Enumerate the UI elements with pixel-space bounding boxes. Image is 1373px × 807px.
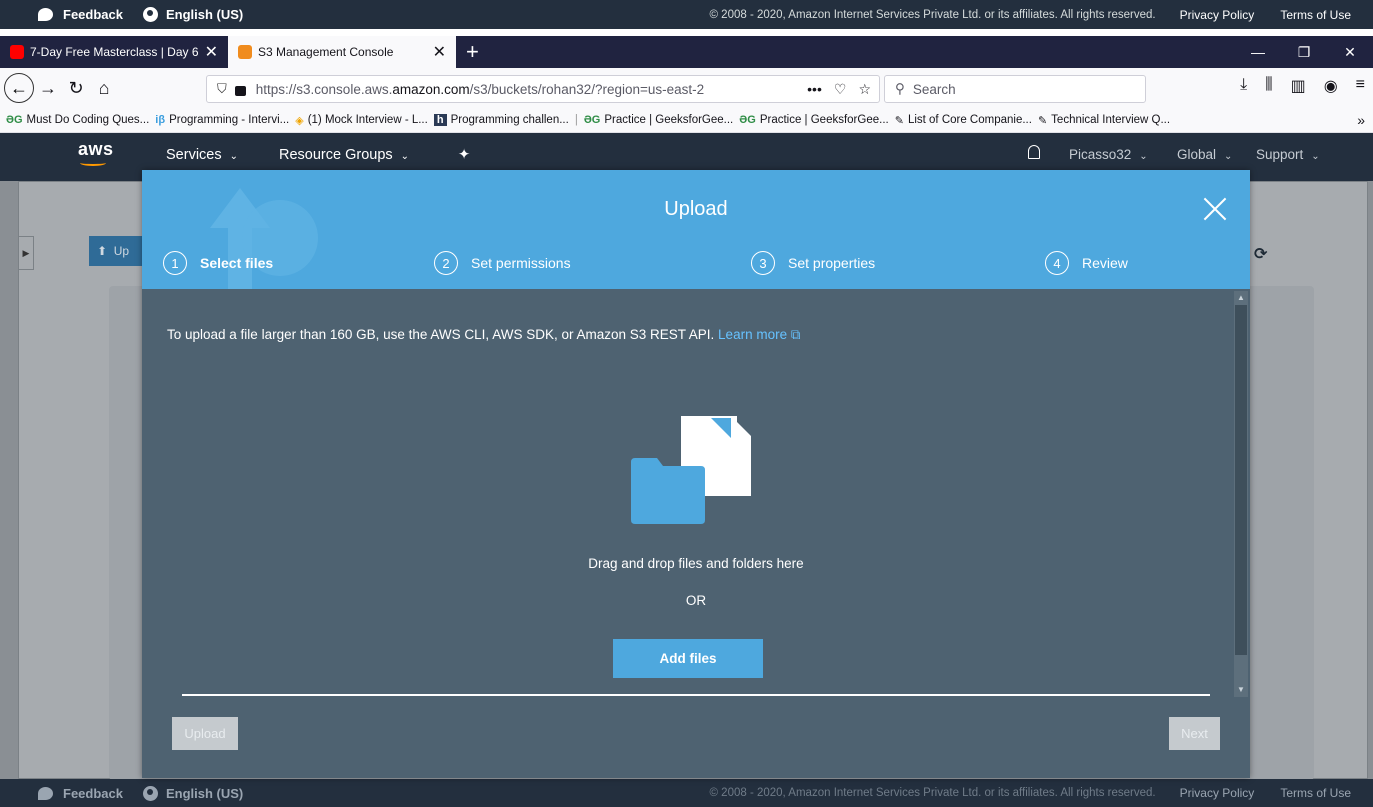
terms-of-use-link[interactable]: Terms of Use	[1280, 786, 1351, 800]
close-tab-icon[interactable]: ✕	[433, 42, 446, 62]
step-select-files[interactable]: 1 Select files	[163, 251, 273, 275]
browser-search-input[interactable]: ⚲ Search	[884, 75, 1146, 103]
bookmark-item[interactable]: ƏG Practice | GeeksforGee...	[739, 114, 888, 126]
copyright-text: © 2008 - 2020, Amazon Internet Services …	[709, 8, 1156, 21]
external-link-icon: ⧉	[790, 327, 801, 342]
learn-more-link[interactable]: Learn more ⧉	[718, 327, 800, 342]
aws-logo[interactable]: aws	[78, 139, 114, 160]
language-selector[interactable]: English (US)	[142, 7, 243, 22]
page-actions-icon[interactable]: •••	[807, 81, 822, 98]
more-bookmarks-button[interactable]: »	[1357, 112, 1365, 128]
privacy-policy-link[interactable]: Privacy Policy	[1180, 786, 1255, 800]
bookmark-item[interactable]: ƏG Practice | GeeksforGee...	[584, 114, 733, 126]
bookmark-item[interactable]: ƏG Must Do Coding Ques...	[6, 114, 149, 126]
youtube-icon	[10, 45, 24, 59]
bookmark-item[interactable]: iβ Programming - Intervi...	[155, 114, 289, 126]
support-menu[interactable]: Support ⌄	[1256, 147, 1320, 162]
bell-icon[interactable]	[1028, 145, 1040, 159]
step-set-permissions[interactable]: 2 Set permissions	[434, 251, 571, 275]
tracking-shield-icon[interactable]: ⛉	[217, 81, 227, 97]
pocket-icon[interactable]: ♡	[834, 81, 847, 98]
copyright-text: © 2008 - 2020, Amazon Internet Services …	[709, 787, 1156, 799]
upload-modal-header: Upload 1 Select files 2 Set permissions …	[142, 170, 1250, 289]
upload-modal-title: Upload	[664, 198, 728, 220]
menu-icon[interactable]: ≡	[1356, 76, 1365, 96]
aws-smile-icon	[80, 160, 106, 166]
divider	[182, 694, 1210, 696]
terms-of-use-link[interactable]: Terms of Use	[1280, 8, 1351, 22]
sidebar-icon[interactable]: ▥	[1291, 76, 1306, 96]
globe-icon	[142, 7, 158, 22]
window-controls: — ❐ ✕	[1235, 36, 1373, 68]
new-tab-button[interactable]: +	[456, 36, 489, 68]
bookmark-item[interactable]: ✎ Technical Interview Q...	[1038, 114, 1170, 127]
services-menu[interactable]: Services ⌄	[166, 147, 238, 163]
feedback-link[interactable]: Feedback	[38, 7, 123, 22]
minimize-button[interactable]: —	[1235, 36, 1281, 68]
feedback-icon	[38, 786, 53, 800]
privacy-policy-link[interactable]: Privacy Policy	[1180, 8, 1255, 22]
lock-icon[interactable]	[234, 86, 246, 96]
browser-nav-bar: ← → ↻ ⌂ ⛉ https://s3.console.aws.amazon.…	[0, 68, 1373, 108]
expand-sidebar-button[interactable]: ▶	[18, 236, 34, 270]
bookmark-item[interactable]: ✎ List of Core Companie...	[895, 114, 1032, 127]
feedback-icon	[38, 8, 53, 21]
browser-toolbar-right: ⤓ ⫼ ▥ ◉ ≡	[1240, 76, 1373, 96]
download-icon[interactable]: ⤓	[1240, 76, 1247, 96]
close-icon[interactable]	[1202, 196, 1228, 222]
feedback-link[interactable]: Feedback	[38, 786, 123, 801]
url-bar[interactable]: ⛉ https://s3.console.aws.amazon.com/s3/b…	[206, 75, 880, 103]
upload-size-note: To upload a file larger than 160 GB, use…	[167, 327, 801, 342]
scroll-down-icon[interactable]: ▼	[1235, 683, 1247, 697]
forward-button[interactable]: →	[34, 78, 62, 99]
pin-icon[interactable]: ✦	[458, 147, 470, 163]
chevron-down-icon: ⌄	[1311, 151, 1320, 162]
upload-button[interactable]: Upload	[172, 717, 238, 750]
language-selector[interactable]: English (US)	[142, 785, 243, 801]
chevron-down-icon: ⌄	[1139, 151, 1148, 162]
back-arrow-icon: ←	[10, 77, 28, 98]
close-window-button[interactable]: ✕	[1327, 36, 1373, 68]
upload-modal: Upload 1 Select files 2 Set permissions …	[142, 170, 1250, 778]
account-icon[interactable]: ◉	[1324, 76, 1338, 96]
restore-button[interactable]: ❐	[1281, 36, 1327, 68]
aws-s3-icon	[238, 45, 252, 59]
add-files-button[interactable]: Add files	[613, 639, 763, 678]
search-icon: ⚲	[895, 81, 905, 96]
bottom-footer-strip: Feedback English (US) © 2008 - 2020, Ama…	[0, 779, 1373, 807]
chevron-down-icon: ⌄	[400, 151, 410, 162]
bookmark-item[interactable]: h Programming challen... |	[433, 114, 578, 126]
scrollbar-thumb[interactable]	[1235, 305, 1247, 655]
home-button[interactable]: ⌂	[90, 78, 118, 99]
step-set-properties[interactable]: 3 Set properties	[751, 251, 875, 275]
globe-icon	[142, 785, 158, 801]
resource-groups-menu[interactable]: Resource Groups ⌄	[279, 147, 409, 163]
chevron-down-icon: ⌄	[229, 151, 238, 162]
region-menu[interactable]: Global ⌄	[1177, 147, 1232, 162]
bookmark-item[interactable]: ◈ (1) Mock Interview - L...	[295, 114, 428, 127]
bookmarks-bar: ƏG Must Do Coding Ques... iβ Programming -…	[0, 108, 1373, 133]
reload-button[interactable]: ↻	[62, 78, 90, 99]
back-button[interactable]: ←	[4, 73, 34, 103]
chevron-down-icon: ⌄	[1224, 151, 1233, 162]
file-folder-icon	[631, 416, 751, 524]
background-upload-button: ⬆ Up	[89, 236, 147, 266]
url-text: https://s3.console.aws.amazon.com/s3/buc…	[255, 81, 705, 97]
or-separator: OR	[685, 593, 707, 608]
modal-scrollbar[interactable]: ▲ ▼	[1234, 291, 1248, 697]
close-tab-icon[interactable]: ✕	[205, 42, 218, 62]
library-icon[interactable]: ⫼	[1265, 76, 1272, 96]
scroll-up-icon[interactable]: ▲	[1235, 291, 1247, 305]
user-menu[interactable]: Picasso32 ⌄	[1069, 147, 1148, 162]
top-footer-strip: Feedback English (US) © 2008 - 2020, Ama…	[0, 0, 1373, 29]
bookmark-star-icon[interactable]: ☆	[858, 81, 871, 98]
browser-tab-s3-console[interactable]: S3 Management Console ✕	[228, 36, 456, 68]
step-review[interactable]: 4 Review	[1045, 251, 1128, 275]
refresh-icon: ⟳	[1254, 246, 1268, 263]
next-button[interactable]: Next	[1169, 717, 1220, 750]
browser-tab-bar: 7-Day Free Masterclass | Day 6 - ✕ S3 Ma…	[0, 36, 1373, 68]
drag-drop-text: Drag and drop files and folders here	[588, 556, 804, 571]
browser-tab-masterclass[interactable]: 7-Day Free Masterclass | Day 6 - ✕	[0, 36, 228, 68]
